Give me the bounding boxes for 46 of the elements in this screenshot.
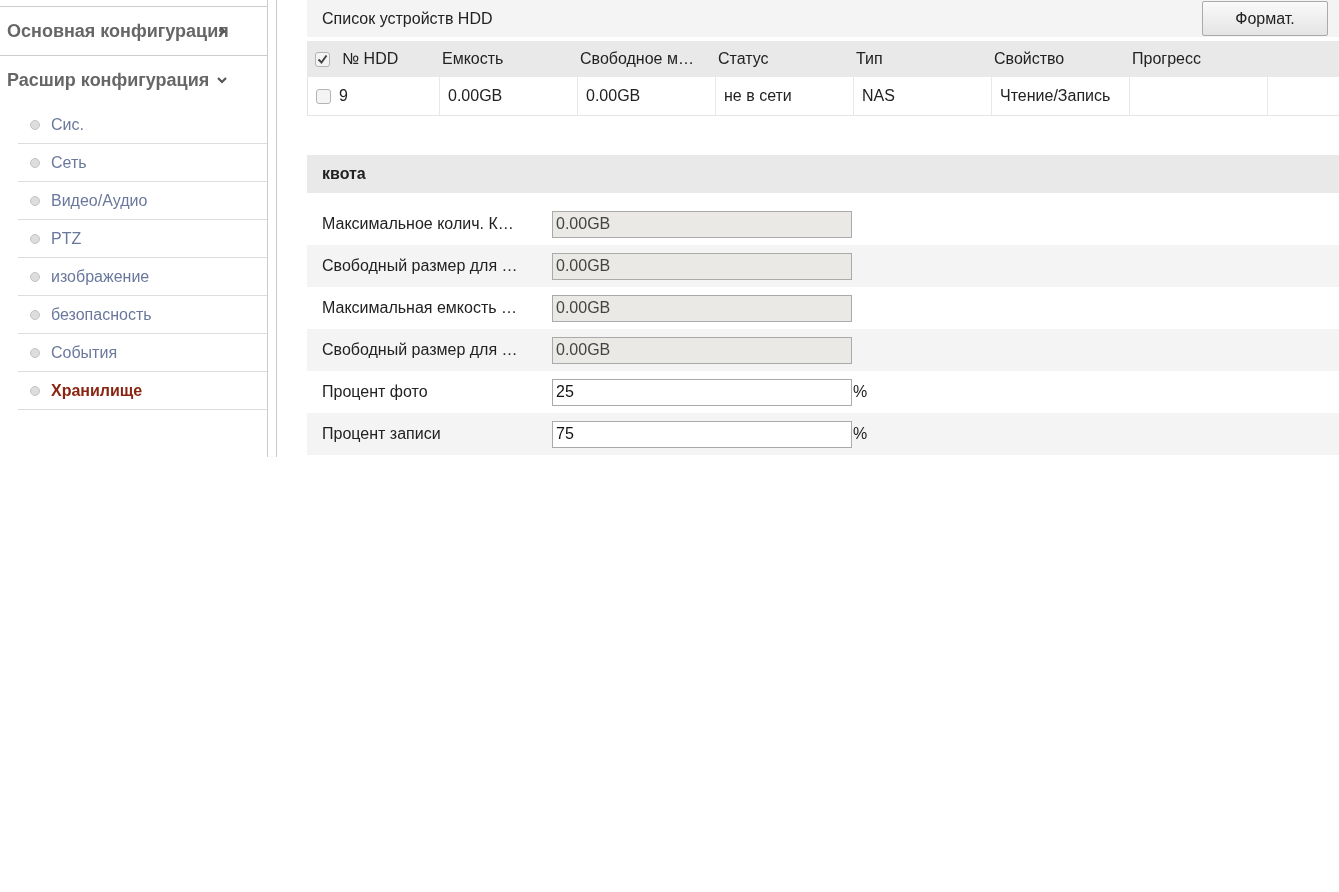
sidebar-section-header[interactable]: Основная конфигурация (0, 6, 267, 55)
field-label: Свободный размер для … (322, 341, 519, 359)
checkbox[interactable] (315, 51, 330, 67)
section-title: Список устройств HDD (322, 9, 493, 28)
table-cell: Чтение/Запись (992, 77, 1130, 116)
table-cell: 0.00GB (440, 77, 578, 116)
column-header: № HDD (342, 50, 399, 68)
field-label: Процент записи (322, 425, 442, 443)
unit-label: % (853, 383, 868, 401)
input-field[interactable]: 25 (552, 378, 852, 406)
input-field[interactable]: 75 (552, 420, 852, 448)
column-header: Статус (716, 41, 854, 77)
field-label: Процент фото (322, 383, 429, 401)
unit-label: % (853, 425, 868, 443)
sidebar-section-header[interactable]: Расшир конфигурация (0, 55, 267, 104)
sidebar-item[interactable]: изображение (18, 258, 267, 296)
dot-icon (30, 233, 40, 244)
sidebar-item[interactable]: Видео/Аудио (18, 182, 267, 220)
dot-icon (30, 347, 40, 358)
sidebar-item[interactable]: Хранилище (18, 372, 267, 410)
field-label: Свободный размер для … (322, 257, 519, 275)
column-header: Емкость (440, 41, 578, 77)
checkbox[interactable] (316, 88, 331, 104)
dot-icon (30, 385, 40, 396)
dot-icon (30, 119, 40, 130)
column-header: Свойство (992, 41, 1130, 77)
column-header: Тип (854, 41, 992, 77)
table-cell: не в сети (716, 77, 854, 116)
table-cell: 9 (307, 77, 440, 116)
format-button[interactable]: Формат. (1202, 1, 1328, 36)
sidebar-item[interactable]: События (18, 334, 267, 372)
dot-icon (30, 195, 40, 206)
column-header: Прогресс (1130, 41, 1268, 77)
column-header: Свободное м… (578, 41, 716, 77)
table-cell: NAS (854, 77, 992, 116)
section-title: квота (322, 165, 366, 183)
sidebar-item[interactable]: Сис. (18, 106, 267, 144)
sidebar-item[interactable]: PTZ (18, 220, 267, 258)
field-label: Максимальное колич. К… (322, 215, 515, 233)
dot-icon (30, 271, 40, 282)
sidebar-item[interactable]: Сеть (18, 144, 267, 182)
dot-icon (30, 309, 40, 320)
field-label: Максимальная емкость … (322, 299, 519, 317)
dot-icon (30, 157, 40, 168)
table-cell: 0.00GB (578, 77, 716, 116)
sidebar-item[interactable]: безопасность (18, 296, 267, 334)
